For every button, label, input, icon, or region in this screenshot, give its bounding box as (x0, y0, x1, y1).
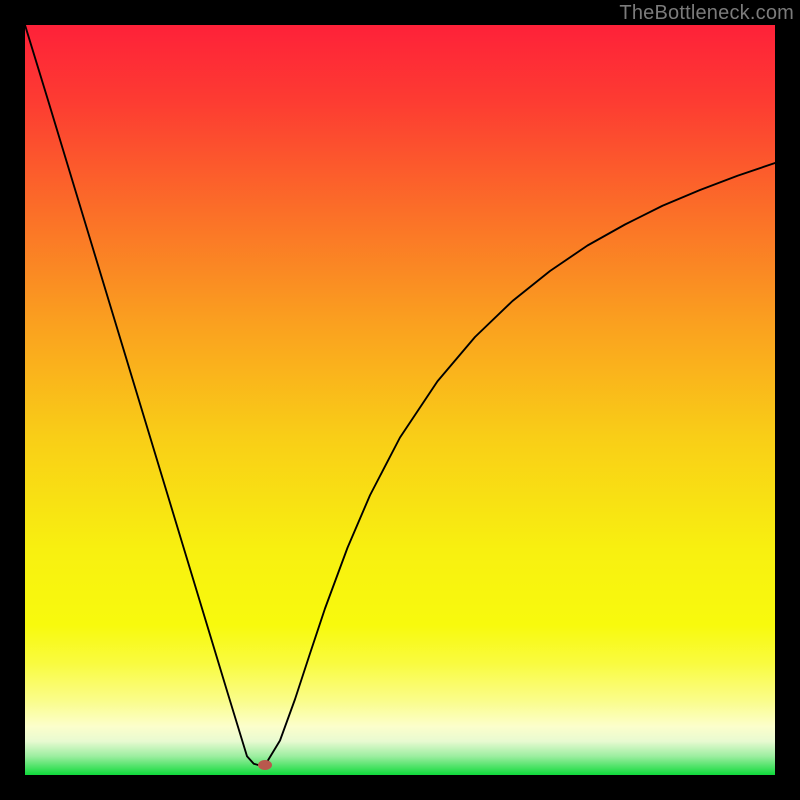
watermark-text: TheBottleneck.com (619, 2, 794, 25)
chart-frame: TheBottleneck.com (0, 0, 800, 800)
bottleneck-curve (25, 25, 775, 775)
plot-area (25, 25, 775, 775)
optimal-point-marker (258, 760, 272, 770)
